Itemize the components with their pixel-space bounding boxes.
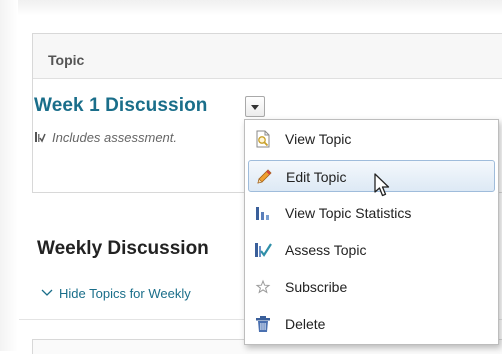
frame-edge-left: [0, 0, 18, 351]
menu-item-view-topic-statistics[interactable]: View Topic Statistics: [248, 197, 495, 229]
menu-item-delete[interactable]: Delete: [248, 308, 495, 340]
hide-topics-label: Hide Topics for Weekly: [59, 286, 191, 301]
menu-item-label: Delete: [285, 316, 326, 332]
chevron-down-icon: [41, 289, 53, 296]
frame-edge-top: [0, 0, 502, 16]
topic-actions-dropdown-button[interactable]: [245, 96, 265, 117]
assessment-note: Includes assessment.: [34, 130, 177, 145]
topic-column-header: Topic: [33, 34, 502, 79]
assessment-note-text: Includes assessment.: [52, 130, 178, 145]
hide-topics-link[interactable]: Hide Topics for Weekly: [41, 286, 191, 301]
menu-item-label: Edit Topic: [286, 169, 347, 185]
menu-item-label: Assess Topic: [285, 242, 367, 258]
pencil-icon: [257, 169, 272, 184]
view-topic-icon: [256, 130, 270, 148]
menu-item-label: View Topic Statistics: [285, 205, 412, 221]
statistics-icon: [256, 207, 269, 220]
topic-header-label: Topic: [48, 52, 85, 68]
star-icon: [255, 279, 271, 294]
menu-item-view-topic[interactable]: View Topic: [248, 123, 495, 155]
weekly-discussion-heading: Weekly Discussion: [37, 238, 209, 259]
topic-context-menu: View Topic Edit Topic View Topic Statist…: [244, 119, 499, 345]
mouse-cursor-icon: [374, 173, 390, 197]
assess-icon: [255, 243, 272, 257]
menu-item-label: View Topic: [285, 131, 352, 147]
chevron-down-icon: [251, 105, 259, 110]
menu-item-assess-topic[interactable]: Assess Topic: [248, 234, 495, 266]
menu-item-subscribe[interactable]: Subscribe: [248, 271, 495, 303]
assessment-icon: [35, 132, 46, 143]
topic-title-link[interactable]: Week 1 Discussion: [34, 95, 207, 117]
menu-item-edit-topic[interactable]: Edit Topic: [248, 160, 495, 192]
menu-item-label: Subscribe: [285, 279, 348, 295]
trash-icon: [256, 316, 270, 332]
